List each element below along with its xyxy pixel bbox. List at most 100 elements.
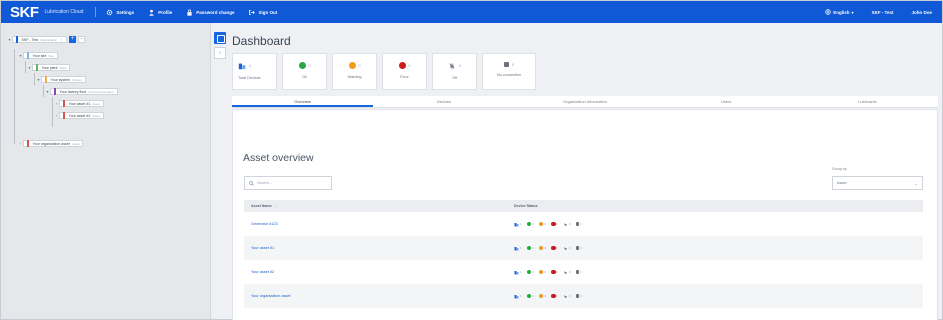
asset-name-link[interactable]: Your organization asset: [244, 294, 514, 298]
tree-item-system[interactable]: ▾ Your system System: [36, 76, 87, 83]
column-label: Asset Name: [251, 204, 272, 208]
dashboard-tab-icon[interactable]: [214, 32, 226, 44]
group-by-select[interactable]: Asset ⌄: [832, 176, 923, 190]
device-status-cell: 1 0 0 0 0 0: [514, 245, 583, 251]
status-count: 0: [544, 246, 547, 250]
tree-connector: [25, 61, 26, 73]
error-icon: [551, 293, 556, 299]
search-input[interactable]: Search...: [244, 176, 332, 190]
tree-item-label: Your factory floor: [59, 89, 87, 94]
tree-item-label: Your system: [50, 77, 71, 82]
plug-off-icon: [564, 246, 568, 250]
page-title: Dashboard: [232, 34, 291, 48]
tab-users[interactable]: Users: [656, 96, 797, 107]
status-card-off[interactable]: 0 Off: [432, 53, 477, 90]
status-count: 0: [358, 63, 361, 68]
tree-item-label: Your asset #2: [68, 113, 91, 118]
plug-off-icon: [449, 63, 455, 70]
tree-item-organization-asset[interactable]: › Your organization asset Asset: [18, 140, 84, 147]
tab-overview[interactable]: Overview: [232, 96, 374, 107]
status-count: 0: [532, 246, 534, 250]
status-label: Total Devices: [238, 76, 261, 80]
sign-out-link[interactable]: Sign Out: [248, 9, 277, 16]
top-bar: SKF Lubrication Cloud Settings Profile P…: [1, 1, 942, 23]
tree-item-site[interactable]: ▾ Your site Site: [18, 52, 58, 59]
status-count: 0: [580, 246, 583, 250]
status-card-no-connection[interactable]: 0 No connection: [482, 53, 536, 90]
status-count: 0: [556, 222, 559, 226]
status-count: 0: [580, 270, 583, 274]
device-status-cell: 1 0 0 0 0 0: [514, 269, 583, 275]
tree-item-plant[interactable]: ▾ Your plant Plant: [27, 64, 71, 71]
table-row[interactable]: Generator #123 1 0 0 0 0 0: [244, 212, 923, 236]
more-icon[interactable]: ⋮: [59, 37, 63, 42]
status-count: 0: [569, 294, 571, 298]
tree-item-label: Your plant: [41, 65, 58, 70]
tree-item-label: SKF - Test: [21, 37, 39, 42]
status-card-error[interactable]: 0 Error: [382, 53, 427, 90]
status-card-warning[interactable]: 0 Warning: [332, 53, 377, 90]
divider: [95, 7, 97, 17]
devices-icon: [514, 246, 519, 250]
status-count: 0: [308, 63, 311, 68]
tree-item-type: Asset: [92, 101, 100, 106]
tree-item-asset-2[interactable]: › Your asset #2 Asset: [54, 112, 104, 119]
status-count: 0: [556, 246, 559, 250]
tree-item-asset-1[interactable]: › Your asset #1 Asset: [54, 100, 104, 107]
status-card-ok[interactable]: 0 Ok: [282, 53, 327, 90]
user-icon: [149, 9, 155, 16]
status-count: 0: [459, 64, 461, 68]
details-tab-icon[interactable]: ≡: [214, 47, 226, 59]
password-change-label: Password change: [196, 9, 235, 15]
password-change-link[interactable]: Password change: [186, 9, 234, 16]
status-count: 4: [249, 64, 251, 68]
warning-icon: [348, 62, 356, 69]
device-status-cell: 1 0 0 0 0 0: [514, 293, 582, 299]
table-row[interactable]: Your asset #2 1 0 0 0 0 0: [244, 260, 923, 284]
tree-item-factory-floor[interactable]: ▾ Your factory floor Functional location: [45, 88, 118, 95]
warning-icon: [538, 245, 544, 251]
collapse-all-button[interactable]: -: [78, 36, 86, 43]
tree-item-type: Asset: [92, 113, 100, 118]
language-label: English: [833, 9, 850, 15]
plug-off-icon: [564, 222, 568, 226]
status-count: 0: [544, 270, 547, 274]
status-label: No connection: [496, 73, 522, 77]
tab-lubricants[interactable]: Lubricants: [797, 96, 938, 107]
asset-name-link[interactable]: Your asset #2: [244, 270, 514, 274]
group-by-value: Asset: [837, 181, 847, 185]
status-count: 0: [556, 270, 559, 274]
settings-link[interactable]: Settings: [106, 9, 134, 16]
asset-table: Asset Name ↕ Device Status Generator #12…: [244, 200, 923, 308]
org-selector[interactable]: SKF - Test: [872, 10, 894, 15]
check-circle-icon: [526, 221, 532, 227]
add-node-button[interactable]: +: [69, 36, 77, 43]
tab-devices[interactable]: Devices: [373, 96, 514, 107]
status-count: 0: [532, 270, 534, 274]
user-menu[interactable]: John Doe: [911, 10, 932, 15]
language-selector[interactable]: English ▾: [825, 9, 854, 15]
brand-logo[interactable]: SKF: [10, 4, 39, 21]
devices-icon: [238, 63, 246, 70]
tree-connector: [43, 85, 44, 97]
globe-icon: [825, 9, 831, 15]
asset-name-link[interactable]: Your asset #1: [244, 246, 514, 250]
table-row[interactable]: Your organization asset 1 0 0 0 0 0: [244, 284, 923, 308]
sort-icon[interactable]: ↕: [275, 204, 277, 208]
tree-connector: [34, 73, 35, 85]
level-indicator: [36, 64, 38, 71]
column-header-asset-name[interactable]: Asset Name ↕: [244, 204, 514, 208]
warning-icon: [538, 293, 544, 299]
level-indicator: [16, 36, 18, 43]
table-row[interactable]: Your asset #1 1 0 0 0 0 0: [244, 236, 923, 260]
chevron-down-icon: ⌄: [914, 180, 918, 186]
status-card-total-devices[interactable]: 4 Total Devices: [232, 53, 277, 90]
no-connection-icon: [575, 294, 580, 298]
asset-name-link[interactable]: Generator #123: [244, 222, 514, 226]
profile-link[interactable]: Profile: [148, 9, 172, 16]
main-content: ≡ Dashboard 4 Total Devices 0 Ok 0 Warni…: [212, 23, 942, 320]
tree-connector: [14, 49, 15, 144]
search-icon: [249, 180, 254, 186]
tab-organization-information[interactable]: Organization Information: [514, 96, 655, 107]
tree-item-organization[interactable]: ▾ SKF - Test Organization ⋮ + -: [7, 36, 86, 43]
